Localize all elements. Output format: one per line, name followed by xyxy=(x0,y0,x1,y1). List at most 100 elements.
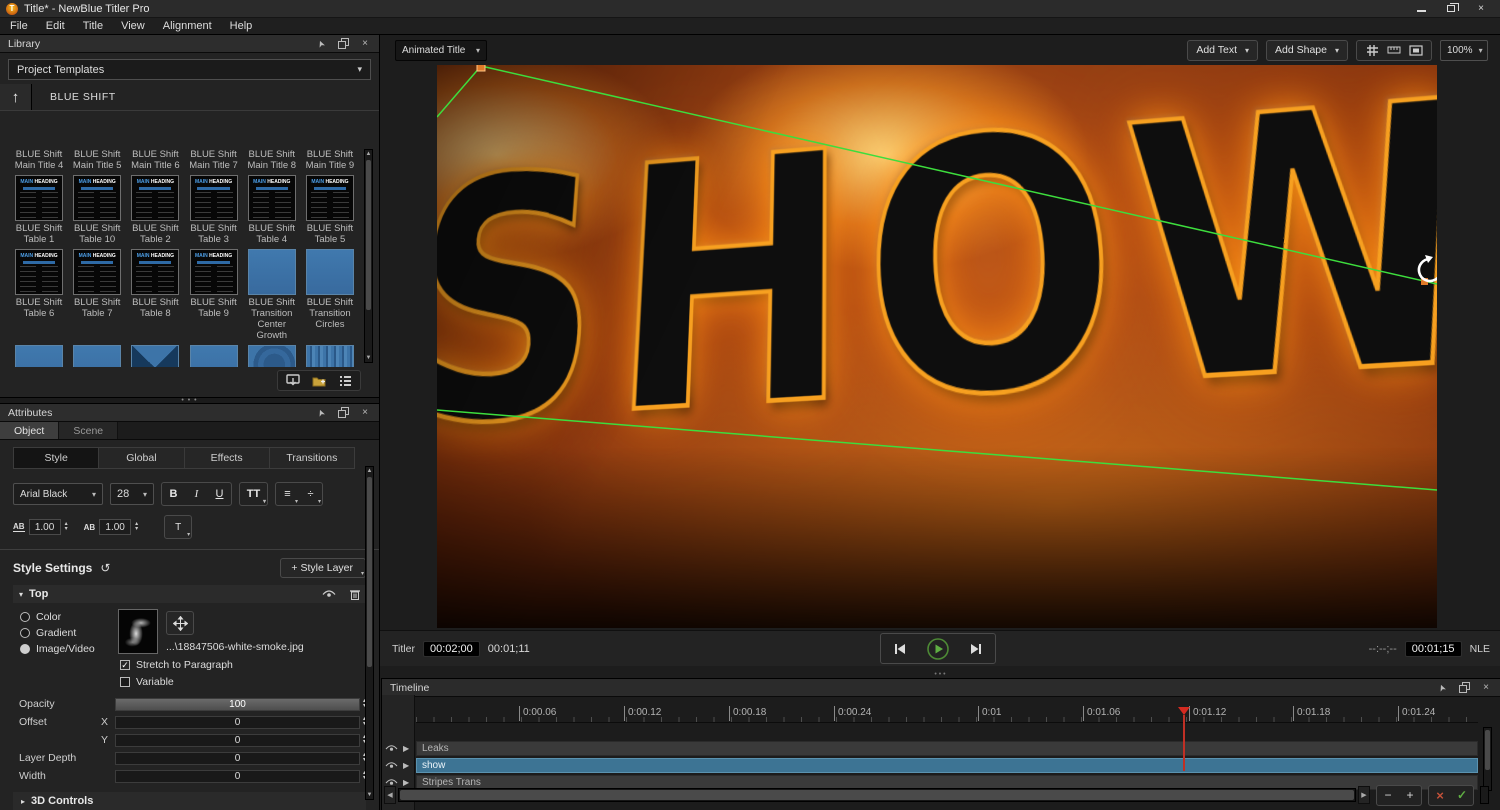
timeline-zoom-out-button[interactable]: − xyxy=(1377,786,1399,805)
close-button[interactable]: × xyxy=(1474,3,1488,14)
template-item[interactable]: BLUE Shift Main Title 8 xyxy=(243,147,301,171)
tab-object[interactable]: Object xyxy=(0,422,59,439)
skip-to-start-button[interactable] xyxy=(881,634,919,663)
folder-up-button[interactable]: ↑ xyxy=(0,84,32,110)
zoom-select[interactable]: 100%▾ xyxy=(1440,40,1488,61)
template-item[interactable]: BLUE Shift Main Title 6 xyxy=(126,147,184,171)
timeline-zoom-in-button[interactable]: + xyxy=(1399,786,1421,805)
vscrollbar-stub[interactable] xyxy=(1480,786,1489,804)
title-template-select[interactable]: Animated Title ▾ xyxy=(395,40,487,61)
3d-controls-header[interactable]: ▸ 3D Controls xyxy=(13,792,366,810)
reset-icon[interactable]: ↺ xyxy=(100,561,110,575)
menu-file[interactable]: File xyxy=(10,20,28,32)
scroll-up-icon[interactable]: ▲ xyxy=(365,151,372,157)
template-item[interactable]: MAIN HEADINGBLUE Shift Table 3 xyxy=(185,175,243,245)
fill-color-radio[interactable]: Color xyxy=(20,611,61,623)
close-panel-icon[interactable]: × xyxy=(359,38,371,50)
template-item[interactable]: BLUE Shift Main Title 4 xyxy=(10,147,68,171)
duplicate-panel-icon[interactable] xyxy=(1458,682,1470,694)
confirm-button[interactable]: ✓ xyxy=(1451,786,1473,805)
template-item[interactable]: BLUE Shift Main Title 7 xyxy=(185,147,243,171)
fill-gradient-radio[interactable]: Gradient xyxy=(20,627,76,639)
close-panel-icon[interactable]: × xyxy=(1480,682,1492,694)
variable-checkbox[interactable]: Variable xyxy=(120,676,174,688)
leading-field[interactable]: 1.00 xyxy=(99,519,131,535)
move-image-button[interactable] xyxy=(166,611,194,635)
font-size-select[interactable]: 28▾ xyxy=(110,483,154,505)
timeline-track[interactable]: ▶ Leaks xyxy=(382,741,1478,756)
safe-area-toggle-icon[interactable] xyxy=(1405,41,1427,60)
vertex-handle[interactable] xyxy=(477,65,485,71)
track-clip[interactable]: Leaks xyxy=(416,741,1478,756)
tab-scene[interactable]: Scene xyxy=(59,422,118,439)
template-category-select[interactable]: Project Templates ▾ xyxy=(8,59,371,80)
text-distribute-button[interactable]: ÷ xyxy=(299,483,322,505)
template-item[interactable]: MAIN HEADINGBLUE Shift Table 5 xyxy=(301,175,359,245)
list-view-icon[interactable] xyxy=(339,375,352,387)
menu-help[interactable]: Help xyxy=(230,20,253,32)
menu-edit[interactable]: Edit xyxy=(46,20,65,32)
add-text-button[interactable]: Add Text▾ xyxy=(1187,40,1258,61)
library-scrollbar[interactable]: ▲ ▼ xyxy=(364,149,373,363)
template-item[interactable]: MAIN HEADINGBLUE Shift Table 2 xyxy=(126,175,184,245)
add-folder-icon[interactable] xyxy=(312,375,327,387)
template-item[interactable]: BLUE Shift Transition Diagonal xyxy=(10,345,68,367)
subtab-effects[interactable]: Effects xyxy=(185,448,270,468)
restore-button[interactable] xyxy=(1444,3,1458,14)
template-item[interactable]: BLUE Shift Transition Diamond xyxy=(68,345,126,367)
template-item[interactable]: BLUE Shift Transition Scatter Bar xyxy=(301,345,359,367)
subtab-style[interactable]: Style xyxy=(14,448,99,468)
duration-field[interactable]: 00:02;00 xyxy=(423,641,480,657)
pointer-icon[interactable]: ➤ xyxy=(1434,680,1450,696)
play-button[interactable] xyxy=(919,634,957,663)
timeline-hscrollbar[interactable] xyxy=(398,788,1356,802)
track-eye-icon[interactable] xyxy=(385,762,398,770)
track-expand-icon[interactable]: ▶ xyxy=(403,761,409,770)
template-item[interactable]: BLUE Shift Transition Ripple xyxy=(243,345,301,367)
menu-title[interactable]: Title xyxy=(83,20,103,32)
scrollbar-thumb[interactable] xyxy=(366,160,371,310)
template-item[interactable]: BLUE Shift Main Title 9 xyxy=(301,147,359,171)
template-item[interactable]: MAIN HEADINGBLUE Shift Table 7 xyxy=(68,249,126,341)
opacity-slider[interactable]: 100 xyxy=(115,698,360,711)
template-item[interactable]: BLUE Shift Transition Double Diamond xyxy=(126,345,184,367)
scroll-down-icon[interactable]: ▼ xyxy=(365,355,372,361)
fill-image-radio[interactable]: Image/Video xyxy=(20,643,95,655)
subtab-transitions[interactable]: Transitions xyxy=(270,448,354,468)
skip-to-end-button[interactable] xyxy=(957,634,995,663)
scrollbar-thumb[interactable] xyxy=(367,477,372,667)
track-clip[interactable]: show xyxy=(416,758,1478,773)
style-layer-header[interactable]: ▾ Top xyxy=(13,585,366,603)
rotate-cursor-icon[interactable] xyxy=(1419,255,1437,281)
scrollbar-thumb[interactable] xyxy=(400,790,1354,800)
layer-depth-field[interactable]: 0 xyxy=(115,752,360,765)
cancel-button[interactable]: × xyxy=(1429,786,1451,805)
panel-splitter-handle[interactable] xyxy=(0,397,379,404)
preview-canvas[interactable]: SHOW xyxy=(437,65,1437,628)
width-field[interactable]: 0 xyxy=(115,770,360,783)
timeline-vscrollbar[interactable] xyxy=(1483,727,1492,791)
template-item[interactable]: MAIN HEADINGBLUE Shift Table 6 xyxy=(10,249,68,341)
italic-button[interactable]: I xyxy=(185,483,208,505)
template-item[interactable]: MAIN HEADINGBLUE Shift Table 8 xyxy=(126,249,184,341)
scroll-right-icon[interactable]: ▶ xyxy=(1358,786,1370,804)
template-item[interactable]: BLUE Shift Main Title 5 xyxy=(68,147,126,171)
underline-button[interactable]: U xyxy=(208,483,231,505)
caps-button[interactable]: TT xyxy=(240,483,267,505)
offset-y-field[interactable]: 0 xyxy=(115,734,360,747)
offset-x-field[interactable]: 0 xyxy=(115,716,360,729)
add-shape-button[interactable]: Add Shape▾ xyxy=(1266,40,1348,61)
delete-layer-icon[interactable] xyxy=(350,589,360,600)
add-style-layer-button[interactable]: + Style Layer xyxy=(280,558,366,578)
track-eye-icon[interactable] xyxy=(385,745,398,753)
pointer-icon[interactable]: ➤ xyxy=(313,405,329,421)
paragraph-align-button[interactable]: ≡ xyxy=(276,483,299,505)
close-panel-icon[interactable]: × xyxy=(359,407,371,419)
fill-image-thumbnail[interactable] xyxy=(118,609,158,654)
kerning-stepper[interactable] xyxy=(65,522,68,532)
grid-toggle-icon[interactable] xyxy=(1361,41,1383,60)
duplicate-panel-icon[interactable] xyxy=(337,38,349,50)
track-expand-icon[interactable]: ▶ xyxy=(403,744,409,753)
template-item[interactable]: MAIN HEADINGBLUE Shift Table 1 xyxy=(10,175,68,245)
kerning-field[interactable]: 1.00 xyxy=(29,519,61,535)
